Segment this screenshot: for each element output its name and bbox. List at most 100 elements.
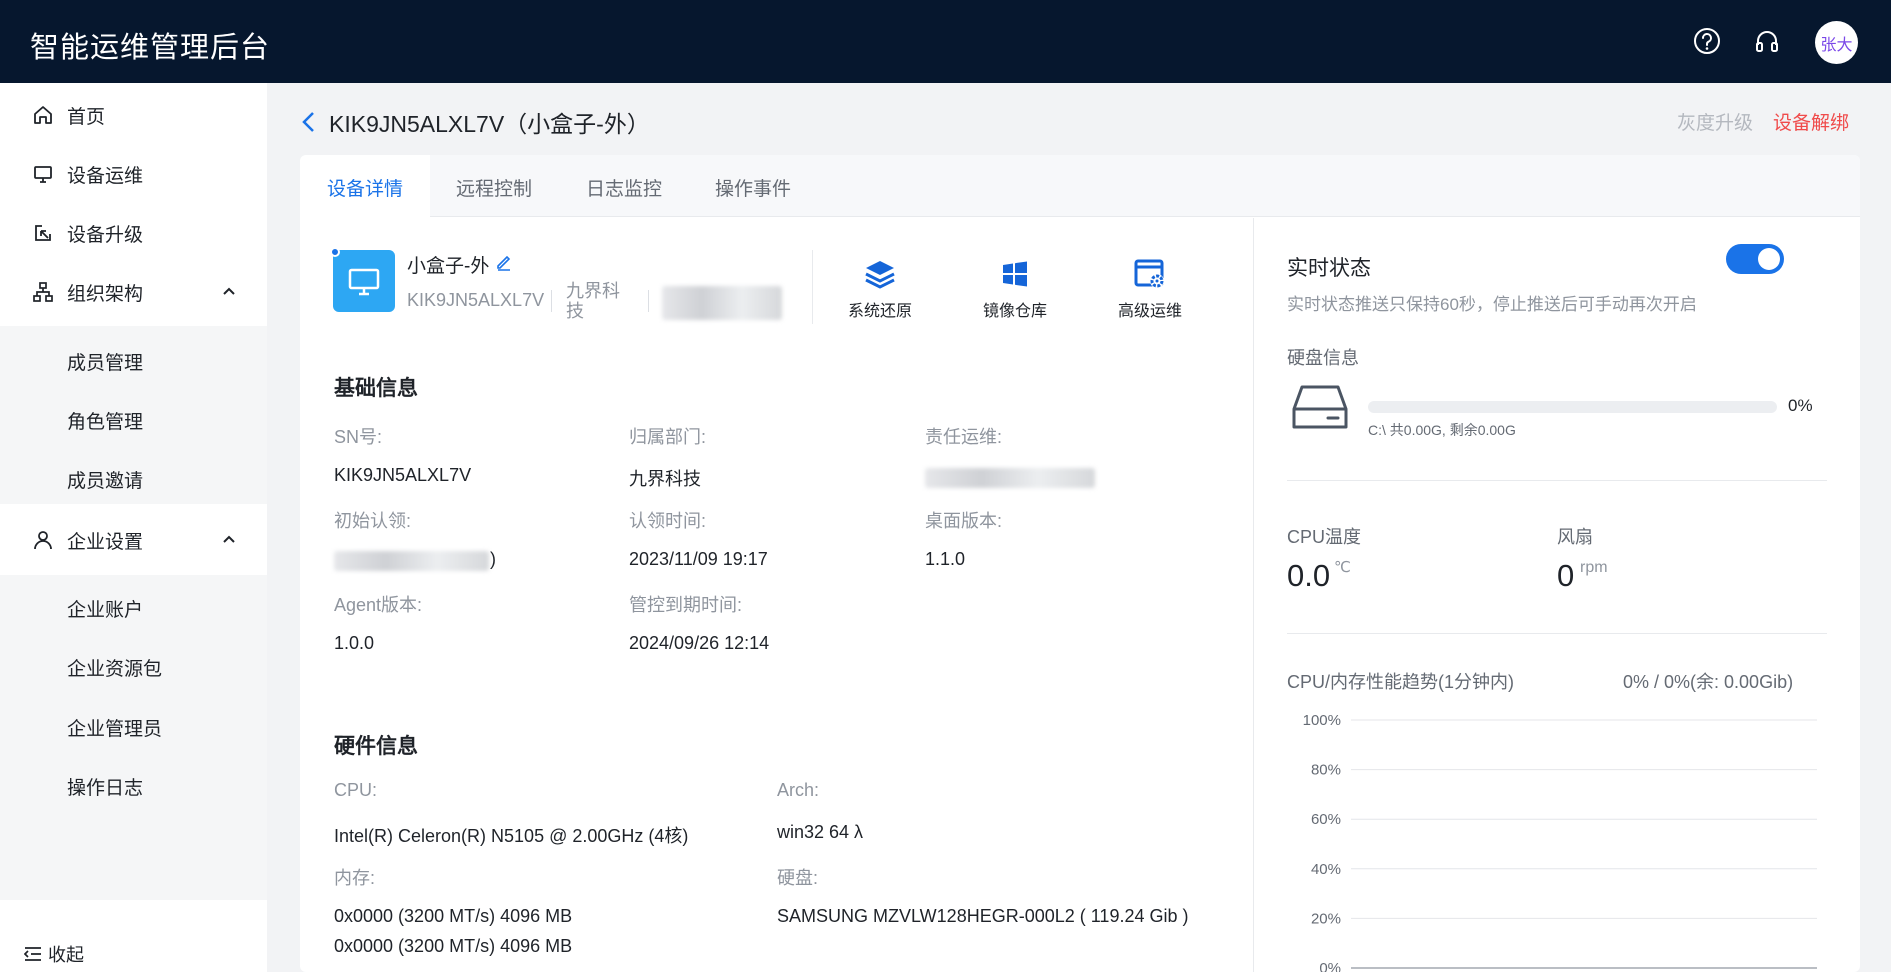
department-value: 九界科技 (629, 469, 701, 489)
image-repo-button[interactable]: 镜像仓库 (965, 257, 1065, 321)
system-restore-button[interactable]: 系统还原 (830, 257, 930, 321)
app-title: 智能运维管理后台 (30, 32, 271, 64)
fan-unit: rpm (1580, 559, 1608, 576)
home-icon (34, 106, 52, 124)
cpu-value: Intel(R) Celeron(R) N5105 @ 2.00GHz (4核) (334, 826, 689, 846)
desktop-version-label: 桌面版本: (925, 511, 1003, 531)
sidebar-item-device-upgrade[interactable]: 设备升级 (0, 205, 267, 261)
sidebar-item-device-ops[interactable]: 设备运维 (0, 146, 267, 202)
meta-separator (648, 290, 649, 312)
edit-icon[interactable] (495, 253, 513, 271)
advanced-ops-button[interactable]: 高级运维 (1100, 257, 1200, 321)
realtime-toggle[interactable] (1726, 244, 1784, 274)
org-tree-icon (33, 282, 53, 302)
claim-time-value: 2023/11/09 19:17 (629, 549, 768, 569)
redacted-initial-claim (334, 551, 489, 571)
action-label: 镜像仓库 (982, 303, 1047, 320)
device-org: 九界科技 (566, 281, 620, 321)
hard-drive-icon (1292, 385, 1348, 429)
unbind-device-button[interactable]: 设备解绑 (1773, 108, 1849, 135)
memory-value: 0x0000 (3200 MT/s) 4096 MB (334, 906, 573, 926)
user-avatar[interactable]: 张大 (1815, 21, 1858, 64)
cpu-temp-label: CPU温度 (1287, 527, 1362, 547)
collapse-label: 收起 (48, 945, 84, 965)
headset-icon[interactable] (1752, 26, 1782, 56)
device-detail-card: 设备详情 远程控制 日志监控 操作事件 小盒子-外 KIK9JN5ALXL7V … (300, 155, 1860, 972)
sidebar-item-admins[interactable]: 企业管理员 (67, 714, 162, 741)
disk-info-title: 硬盘信息 (1287, 348, 1359, 368)
windows-icon (1003, 261, 1027, 287)
memory-label: 内存: (334, 868, 376, 888)
sidebar-item-label: 设备运维 (67, 165, 144, 187)
chevron-up-icon[interactable] (221, 284, 237, 300)
sidebar-item-account[interactable]: 企业账户 (67, 595, 143, 622)
help-circle-icon[interactable] (1692, 26, 1722, 56)
enterprise-submenu: 企业账户 企业资源包 企业管理员 操作日志 (0, 575, 267, 900)
sidebar-item-enterprise[interactable]: 企业设置 (0, 512, 267, 568)
online-status-dot (330, 247, 340, 257)
trend-chart: 100% 80% 60% 40% 20% 0% (1303, 712, 1817, 972)
initial-claim-label: 初始认领: (334, 511, 412, 531)
tab-remote-control[interactable]: 远程控制 (456, 174, 532, 201)
tab-bar: 设备详情 远程控制 日志监控 操作事件 (300, 155, 1860, 218)
disk-usage-bar (1368, 401, 1777, 413)
chevron-up-icon[interactable] (221, 532, 237, 548)
y-tick-label: 60% (1311, 811, 1341, 828)
sidebar-item-org[interactable]: 组织架构 (0, 264, 267, 320)
trend-summary: 0% / 0%(余: 0.00Gib) (1623, 672, 1794, 692)
device-name: 小盒子-外 (407, 256, 490, 277)
action-label: 系统还原 (847, 303, 912, 320)
hardware-info-title: 硬件信息 (334, 735, 418, 758)
disk-percent: 0% (1788, 396, 1813, 415)
gray-upgrade-button[interactable]: 灰度升级 (1677, 108, 1753, 135)
sidebar-item-members[interactable]: 成员管理 (67, 348, 143, 375)
agent-version-value: 1.0.0 (334, 633, 375, 653)
user-icon (34, 531, 52, 550)
department-label: 归属部门: (629, 427, 707, 447)
settings-window-icon (1134, 259, 1164, 288)
upgrade-icon (35, 225, 51, 241)
sidebar-item-label: 设备升级 (67, 224, 144, 246)
sidebar-item-invites[interactable]: 成员邀请 (67, 466, 143, 493)
back-chevron-icon[interactable] (301, 111, 317, 133)
sn-label: SN号: (334, 427, 383, 447)
sidebar-item-roles[interactable]: 角色管理 (67, 407, 143, 434)
disk-detail: C:\ 共0.00G, 剩余0.00G (1368, 422, 1516, 438)
ops-owner-label: 责任运维: (925, 427, 1003, 447)
tab-log-monitor[interactable]: 日志监控 (586, 174, 662, 201)
divider (812, 250, 813, 324)
page-title: KIK9JN5ALXL7V（小盒子-外） (329, 111, 650, 137)
sidebar-item-oplog[interactable]: 操作日志 (67, 773, 143, 800)
fan-label: 风扇 (1557, 527, 1593, 547)
disk-label: 硬盘: (777, 868, 819, 888)
cpu-label: CPU: (334, 780, 378, 800)
action-label: 高级运维 (1117, 303, 1182, 320)
cpu-temp-unit: ℃ (1334, 559, 1351, 576)
sidebar-item-label: 组织架构 (67, 283, 144, 305)
realtime-title: 实时状态 (1287, 257, 1371, 280)
monitor-icon (348, 268, 380, 296)
y-tick-label: 0% (1319, 960, 1341, 972)
desktop-version-value: 1.1.0 (925, 549, 966, 569)
collapse-sidebar-button[interactable]: 收起 (24, 941, 84, 967)
y-tick-label: 100% (1303, 712, 1341, 729)
page-header: KIK9JN5ALXL7V（小盒子-外） (301, 105, 650, 139)
tab-operation-events[interactable]: 操作事件 (715, 174, 791, 201)
initial-claim-value: ) (490, 549, 496, 569)
expiry-label: 管控到期时间: (629, 595, 743, 615)
claim-time-label: 认领时间: (629, 511, 707, 531)
arch-value: win32 64 λ (777, 822, 864, 842)
tab-device-detail[interactable]: 设备详情 (327, 174, 404, 201)
y-tick-label: 80% (1311, 762, 1341, 779)
device-avatar (333, 250, 395, 312)
device-sn: KIK9JN5ALXL7V (407, 290, 545, 310)
sidebar: 首页 设备运维 设备升级 组织架构 成员管理 角色管理 成员邀请 企业设置 企业… (0, 83, 267, 972)
y-tick-label: 40% (1311, 861, 1341, 878)
sidebar-item-resources[interactable]: 企业资源包 (67, 654, 162, 681)
collapse-icon (24, 947, 41, 961)
memory-value: 0x0000 (3200 MT/s) 4096 MB (334, 936, 573, 956)
sidebar-item-home[interactable]: 首页 (0, 87, 267, 143)
meta-separator (551, 290, 552, 312)
sidebar-item-label: 首页 (67, 106, 106, 128)
device-info-pane: 小盒子-外 KIK9JN5ALXL7V 九界科技 系统还原 镜像仓库 高级运维 … (300, 218, 1252, 972)
